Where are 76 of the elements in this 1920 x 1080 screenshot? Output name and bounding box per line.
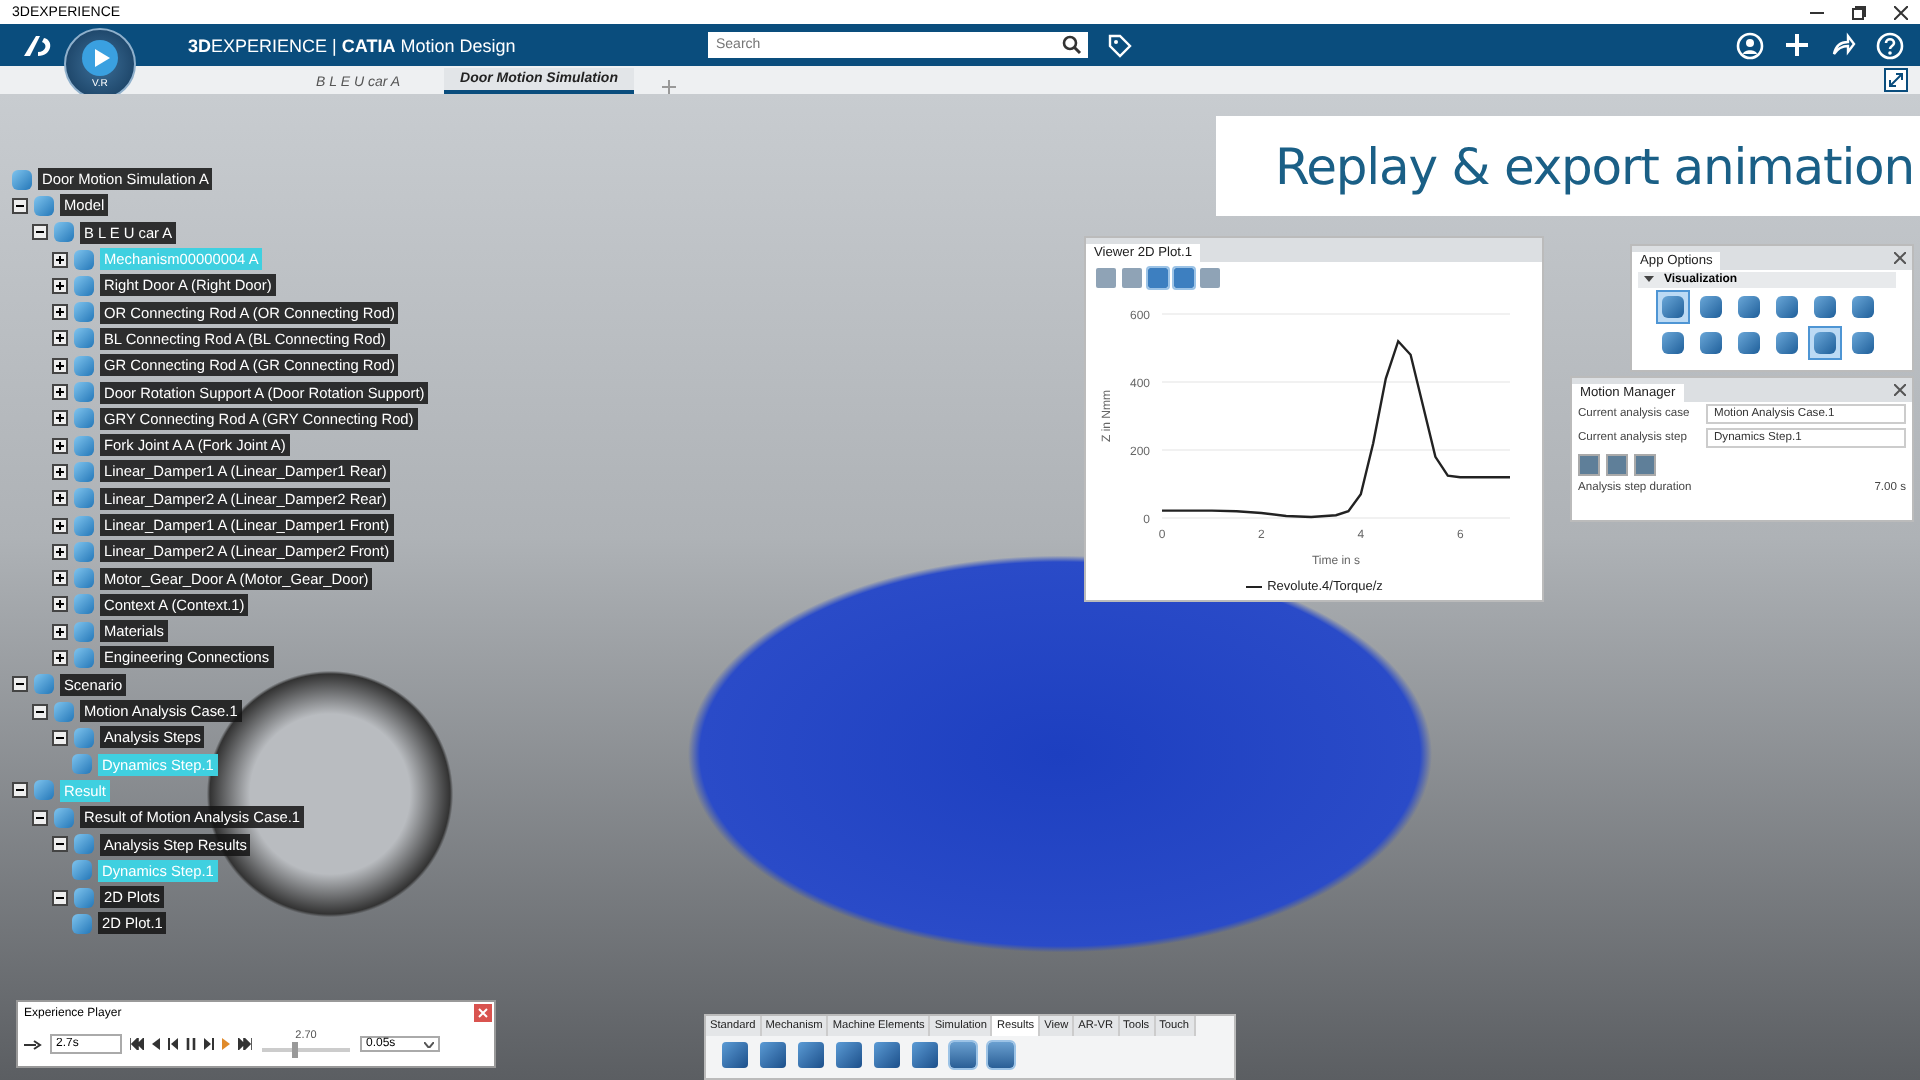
help-icon[interactable] — [1876, 31, 1904, 59]
close-icon[interactable] — [1894, 384, 1906, 396]
expand-toggle[interactable] — [52, 463, 68, 480]
tool-icon[interactable] — [1848, 328, 1878, 358]
expand-toggle[interactable] — [52, 490, 68, 507]
app-title: 3DEXPERIENCE | CATIA Motion Design — [188, 35, 518, 55]
expand-toggle[interactable] — [12, 676, 28, 693]
last-frame-icon[interactable] — [238, 1038, 252, 1050]
tool-icon[interactable] — [1696, 292, 1726, 322]
tool-icon[interactable] — [1772, 292, 1802, 322]
expand-toggle[interactable] — [52, 570, 68, 587]
node-icon — [74, 834, 94, 855]
expand-toggle[interactable] — [52, 304, 68, 321]
expand-toggle[interactable] — [52, 384, 68, 401]
arrow-icon — [24, 1039, 42, 1049]
search-icon[interactable] — [1056, 32, 1088, 58]
expand-icon[interactable] — [1884, 68, 1908, 92]
restore-icon[interactable] — [1852, 5, 1866, 19]
node-icon — [72, 754, 92, 775]
user-icon[interactable] — [1736, 31, 1764, 59]
caret-icon — [1644, 274, 1654, 284]
expand-toggle[interactable] — [32, 809, 48, 826]
tool-icon[interactable] — [1696, 328, 1726, 358]
expand-toggle[interactable] — [52, 357, 68, 374]
expand-toggle[interactable] — [52, 889, 68, 906]
pause-icon[interactable] — [186, 1038, 196, 1050]
expand-toggle[interactable] — [52, 330, 68, 347]
expand-toggle[interactable] — [52, 649, 68, 666]
node-icon — [54, 222, 74, 243]
expand-toggle[interactable] — [52, 596, 68, 613]
expand-toggle[interactable] — [12, 197, 28, 214]
chevron-icon — [424, 1041, 434, 1047]
first-frame-icon[interactable] — [130, 1038, 144, 1050]
tag-icon[interactable] — [1108, 33, 1132, 57]
expand-toggle[interactable] — [52, 836, 68, 853]
node-icon — [74, 568, 94, 589]
tool-icon[interactable] — [1658, 292, 1688, 322]
expand-toggle[interactable] — [52, 623, 68, 640]
expand-toggle[interactable] — [52, 251, 68, 268]
step-back-icon[interactable] — [152, 1038, 160, 1050]
expand-toggle[interactable] — [52, 410, 68, 427]
node-icon — [74, 488, 94, 509]
node-icon — [74, 302, 94, 323]
expand-toggle[interactable] — [52, 437, 68, 454]
close-icon[interactable] — [1894, 5, 1908, 19]
node-icon — [74, 594, 94, 615]
expand-toggle[interactable] — [32, 703, 48, 720]
tool-icon[interactable] — [1734, 328, 1764, 358]
node-icon — [34, 780, 54, 801]
legend-line — [1245, 586, 1262, 588]
slider-thumb[interactable] — [292, 1042, 299, 1058]
tool-icon[interactable] — [1734, 292, 1764, 322]
tool-icon[interactable] — [1658, 328, 1688, 358]
expand-toggle[interactable] — [52, 729, 68, 746]
node-icon — [74, 382, 94, 403]
node-icon — [72, 860, 92, 881]
logo-icon — [20, 31, 56, 59]
close-button[interactable] — [474, 1004, 492, 1022]
expand-toggle[interactable] — [12, 782, 28, 799]
share-icon[interactable] — [1830, 32, 1856, 58]
expand-toggle[interactable] — [32, 224, 48, 241]
tool-icon[interactable] — [1772, 328, 1802, 358]
tool-icon[interactable] — [1848, 292, 1878, 322]
expand-toggle[interactable] — [52, 543, 68, 560]
plus-icon[interactable] — [1784, 32, 1810, 58]
node-icon — [74, 408, 94, 429]
expand-toggle[interactable] — [52, 517, 68, 533]
next-icon[interactable] — [204, 1038, 214, 1050]
node-icon — [34, 674, 54, 695]
tool-icon[interactable] — [1810, 328, 1840, 358]
close-icon[interactable] — [1894, 252, 1906, 264]
banner-title: Replay & export animation — [1216, 116, 1920, 216]
previous-icon[interactable] — [168, 1038, 178, 1050]
tool-icon[interactable] — [1810, 292, 1840, 322]
expand-toggle[interactable] — [52, 277, 68, 294]
node-icon — [74, 328, 94, 349]
